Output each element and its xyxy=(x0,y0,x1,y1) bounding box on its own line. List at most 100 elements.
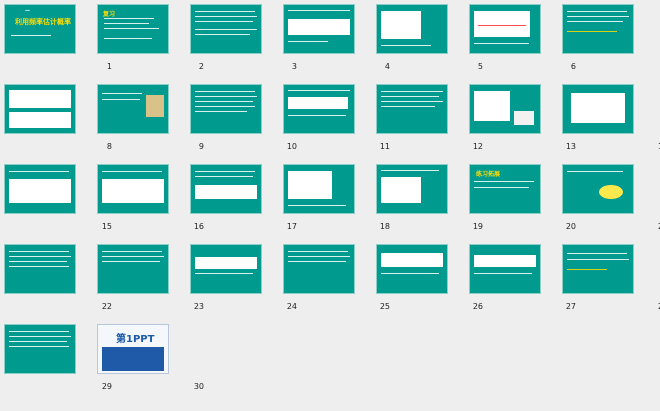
slide-thumbnail-2[interactable]: 复习 xyxy=(97,4,169,54)
slide-number: 2 xyxy=(198,62,204,71)
slide-thumbnail-21[interactable] xyxy=(562,164,634,214)
slide-2-title: 复习 xyxy=(103,11,116,18)
slide-thumbnail-3[interactable] xyxy=(190,4,262,54)
slide-sorter-grid: — 利用频率估计概率 1 复习 2 3 4 5 6 8 9 10 11 12 1… xyxy=(4,4,660,408)
slide-thumbnail-23[interactable] xyxy=(97,244,169,294)
slide-thumbnail-6[interactable] xyxy=(469,4,541,54)
slide-thumbnail-29[interactable] xyxy=(4,324,76,374)
slide-10-text-line xyxy=(195,96,257,97)
slide-9-text-line xyxy=(102,99,140,100)
slide-23-text-line xyxy=(102,261,160,262)
slide-thumbnail-13[interactable] xyxy=(469,84,541,134)
slide-thumbnail-15[interactable] xyxy=(4,164,76,214)
slide-22-text-line xyxy=(9,256,71,257)
slide-number: 18 xyxy=(379,222,390,231)
slide-5-chart xyxy=(381,11,421,39)
slide-29-text-line xyxy=(9,346,69,347)
slide-number: 7 xyxy=(652,62,660,71)
slide-thumbnail-16[interactable] xyxy=(97,164,169,214)
slide-number: 14 xyxy=(652,142,660,151)
slide-number: 1 xyxy=(106,62,112,71)
slide-1-title: 利用频率估计概率 xyxy=(15,18,71,26)
slide-3-text-line xyxy=(195,21,253,22)
slide-thumbnail-5[interactable] xyxy=(376,4,448,54)
slide-9-text-line xyxy=(102,93,142,94)
slide-7-text-line xyxy=(567,11,627,12)
slide-number: 16 xyxy=(193,222,204,231)
slide-number: 23 xyxy=(193,302,204,311)
slide-thumbnail-25[interactable] xyxy=(283,244,355,294)
slide-17-text-line xyxy=(195,176,253,177)
slide-7-highlight-line xyxy=(567,31,617,32)
slide-thumbnail-14[interactable] xyxy=(562,84,634,134)
slide-24-text-line xyxy=(195,273,253,274)
slide-number: 26 xyxy=(472,302,483,311)
slide-thumbnail-27[interactable] xyxy=(469,244,541,294)
slide-25-text-line xyxy=(288,256,350,257)
slide-30-banner xyxy=(102,347,164,371)
slide-14-table xyxy=(571,93,625,123)
slide-number: 10 xyxy=(286,142,297,151)
slide-12-text-line xyxy=(381,101,443,102)
slide-thumbnail-28[interactable] xyxy=(562,244,634,294)
slide-29-text-line xyxy=(9,336,71,337)
slide-6-text-line xyxy=(474,43,529,44)
slide-thumbnail-4[interactable] xyxy=(283,4,355,54)
slide-thumbnail-8[interactable] xyxy=(4,84,76,134)
slide-number: 12 xyxy=(472,142,483,151)
slide-24-table xyxy=(195,257,257,269)
slide-thumbnail-9[interactable] xyxy=(97,84,169,134)
slide-16-table xyxy=(102,179,164,203)
slide-23-text-line xyxy=(102,256,164,257)
slide-8-table xyxy=(9,90,71,108)
slide-number: 22 xyxy=(101,302,112,311)
slide-thumbnail-17[interactable] xyxy=(190,164,262,214)
slide-thumbnail-18[interactable] xyxy=(283,164,355,214)
slide-9-portrait-image xyxy=(146,95,164,117)
slide-thumbnail-12[interactable] xyxy=(376,84,448,134)
slide-19-text-line xyxy=(381,170,439,171)
slide-26-text-line xyxy=(381,273,439,274)
slide-29-text-line xyxy=(9,331,69,332)
slide-number: 29 xyxy=(101,382,112,391)
slide-1-subtitle: — xyxy=(25,8,30,14)
slide-15-text-line xyxy=(9,171,69,172)
slide-12-text-line xyxy=(381,91,443,92)
slide-thumbnail-1[interactable]: — 利用频率估计概率 xyxy=(4,4,76,54)
slide-22-text-line xyxy=(9,266,69,267)
slide-4-text-line xyxy=(288,10,350,11)
slide-thumbnail-22[interactable] xyxy=(4,244,76,294)
slide-13-table xyxy=(474,91,510,121)
slide-thumbnail-24[interactable] xyxy=(190,244,262,294)
slide-25-text-line xyxy=(288,251,348,252)
slide-number: 17 xyxy=(286,222,297,231)
slide-20-text-line xyxy=(474,181,534,182)
slide-number: 3 xyxy=(291,62,297,71)
slide-11-text-line xyxy=(288,115,346,116)
slide-thumbnail-7[interactable] xyxy=(562,4,634,54)
slide-2-text-line xyxy=(104,38,152,39)
slide-3-text-line xyxy=(195,16,257,17)
slide-7-text-line xyxy=(567,21,623,22)
slide-thumbnail-26[interactable] xyxy=(376,244,448,294)
slide-1-text-line xyxy=(11,35,51,36)
slide-23-text-line xyxy=(102,251,162,252)
slide-12-text-line xyxy=(381,106,435,107)
slide-2-text-line xyxy=(104,18,154,19)
slide-number: 25 xyxy=(379,302,390,311)
slide-number: 19 xyxy=(472,222,483,231)
slide-number: 21 xyxy=(652,222,660,231)
slide-10-text-line xyxy=(195,101,253,102)
slide-thumbnail-20[interactable]: 练习拓展 xyxy=(469,164,541,214)
slide-thumbnail-19[interactable] xyxy=(376,164,448,214)
slide-number: 8 xyxy=(106,142,112,151)
slide-thumbnail-11[interactable] xyxy=(283,84,355,134)
slide-thumbnail-10[interactable] xyxy=(190,84,262,134)
slide-15-table xyxy=(9,179,71,203)
slide-25-text-line xyxy=(288,261,346,262)
slide-number: 6 xyxy=(570,62,576,71)
slide-number: 13 xyxy=(565,142,576,151)
slide-5-text-line xyxy=(381,45,431,46)
slide-thumbnail-30[interactable]: 第1PPT xyxy=(97,324,169,374)
slide-8-table xyxy=(9,112,71,128)
